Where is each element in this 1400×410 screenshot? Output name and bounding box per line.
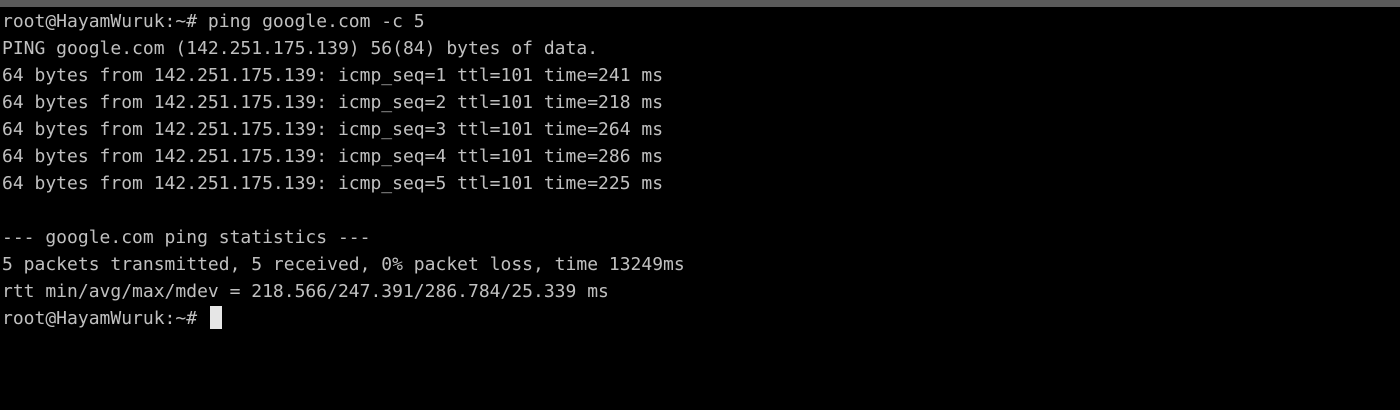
ping-reply-line: 64 bytes from 142.251.175.139: icmp_seq=…: [2, 65, 664, 86]
statistics-header-line: --- google.com ping statistics ---: [2, 227, 371, 248]
terminal-output-area[interactable]: root@HayamWuruk:~# ping google.com -c 5 …: [0, 7, 1400, 410]
shell-prompt: root@HayamWuruk:~#: [2, 308, 208, 329]
ping-reply-line: 64 bytes from 142.251.175.139: icmp_seq=…: [2, 92, 664, 113]
terminal-window: root@HayamWuruk:~# ping google.com -c 5 …: [0, 0, 1400, 410]
current-prompt-line[interactable]: root@HayamWuruk:~#: [2, 305, 685, 332]
ping-reply-line: 64 bytes from 142.251.175.139: icmp_seq=…: [2, 119, 664, 140]
ping-header-line: PING google.com (142.251.175.139) 56(84)…: [2, 38, 599, 59]
terminal-lines: root@HayamWuruk:~# ping google.com -c 5 …: [2, 8, 685, 332]
window-title-bar: [0, 0, 1400, 7]
packet-summary-line: 5 packets transmitted, 5 received, 0% pa…: [2, 254, 685, 275]
text-cursor: [209, 306, 222, 329]
command-line: root@HayamWuruk:~# ping google.com -c 5: [2, 11, 425, 32]
ping-reply-line: 64 bytes from 142.251.175.139: icmp_seq=…: [2, 146, 664, 167]
rtt-summary-line: rtt min/avg/max/mdev = 218.566/247.391/2…: [2, 281, 609, 302]
ping-reply-line: 64 bytes from 142.251.175.139: icmp_seq=…: [2, 173, 664, 194]
